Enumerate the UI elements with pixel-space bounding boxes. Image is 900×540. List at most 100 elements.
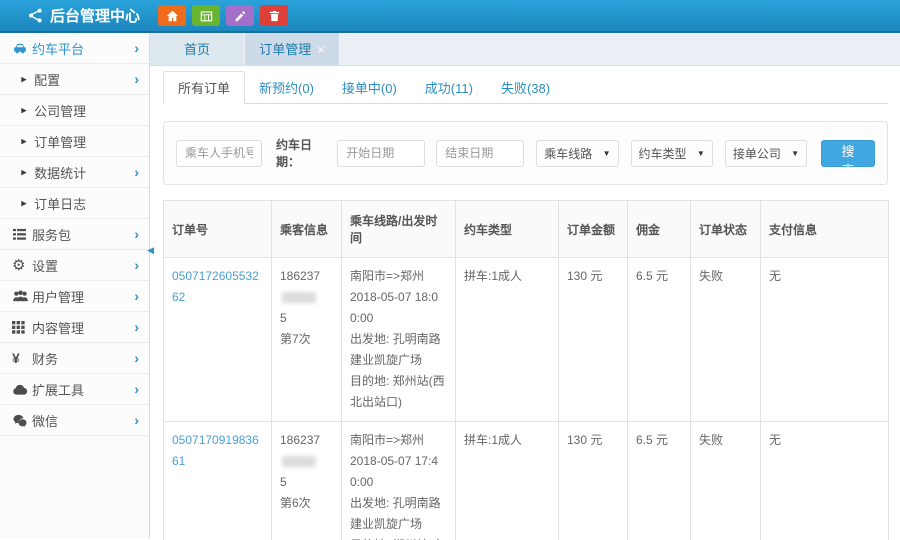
caret-right-icon: ▶ (21, 137, 27, 145)
sidebar: 约车平台 › ▶ 配置 › ▶ 公司管理 ▶ 订单管理 ▶ 数据统计 › ▶ 订… (0, 33, 150, 538)
sidebar-item-finance[interactable]: ¥ 财务 › (0, 343, 149, 374)
tab-home[interactable]: 首页 (150, 33, 245, 65)
table-row: 050717260553262 186237 5 第7次 南阳市=>郑州 201… (164, 258, 889, 422)
order-status-cell: 失败 (691, 422, 761, 540)
booking-date-label: 约车日期： (276, 136, 331, 170)
order-management-page: 所有订单 新预约(0) 接单中(0) 成功(11) 失败(38) 约车日期： 乘… (150, 66, 900, 540)
sidebar-item-label: 扩展工具 (32, 380, 134, 399)
col-header-payment-info: 支付信息 (761, 201, 889, 258)
sidebar-item-label: 服务包 (32, 225, 134, 244)
passenger-info-cell: 186237 5 第6次 (272, 422, 342, 540)
col-header-order-no: 订单号 (164, 201, 272, 258)
close-icon[interactable]: × (317, 43, 325, 56)
payment-info-cell: 无 (761, 258, 889, 422)
topbar-buttons (158, 5, 288, 26)
sidebar-item-service-package[interactable]: 服务包 › (0, 219, 149, 250)
order-amount-cell: 130 元 (559, 422, 628, 540)
tab-order-management[interactable]: 订单管理 × (245, 33, 340, 65)
sidebar-item-extension-tools[interactable]: 扩展工具 › (0, 374, 149, 405)
wechat-icon (12, 414, 32, 427)
car-icon (12, 42, 32, 55)
filter-tab-accepting[interactable]: 接单中(0) (328, 72, 411, 103)
app-title: 后台管理中心 (50, 5, 140, 26)
sidebar-item-label: 订单管理 (34, 132, 139, 151)
home-button[interactable] (158, 5, 186, 26)
search-button[interactable]: 搜索 (821, 140, 875, 167)
caret-down-icon: ▼ (603, 149, 611, 158)
sidebar-item-company-management[interactable]: ▶ 公司管理 (0, 95, 149, 126)
passenger-phone-input[interactable] (176, 140, 262, 167)
sidebar-collapse-toggle[interactable]: ◀ (147, 245, 154, 256)
chevron-right-icon: › (134, 351, 139, 365)
filter-tab-failed[interactable]: 失败(38) (487, 72, 564, 103)
commission-cell: 6.5 元 (628, 258, 691, 422)
col-header-route-time: 乘车线路/出发时间 (342, 201, 456, 258)
sidebar-item-settings[interactable]: ⚙ 设置 › (0, 250, 149, 281)
chevron-right-icon: › (134, 41, 139, 55)
booking-type-cell: 拼车:1成人 (456, 258, 559, 422)
orders-table: 订单号 乘客信息 乘车线路/出发时间 约车类型 订单金额 佣金 订单状态 支付信… (163, 200, 889, 540)
booking-type-select[interactable]: 约车类型 ▼ (631, 140, 713, 167)
route-select[interactable]: 乘车线路 ▼ (536, 140, 618, 167)
sidebar-item-order-management[interactable]: ▶ 订单管理 (0, 126, 149, 157)
search-panel: 约车日期： 乘车线路 ▼ 约车类型 ▼ 接单公司 ▼ 搜索 (163, 121, 888, 185)
tab-strip: 首页 订单管理 × (150, 33, 900, 66)
col-header-order-amount: 订单金额 (559, 201, 628, 258)
route-time-cell: 南阳市=>郑州 2018-05-07 17:40:00 出发地: 孔明南路建业凯… (342, 422, 456, 540)
tab-label: 首页 (184, 33, 210, 66)
chevron-right-icon: › (134, 289, 139, 303)
yen-icon: ¥ (12, 350, 32, 366)
filter-tab-success[interactable]: 成功(11) (411, 72, 487, 103)
caret-right-icon: ▶ (21, 106, 27, 114)
home-icon (166, 10, 179, 22)
col-header-booking-type: 约车类型 (456, 201, 559, 258)
chevron-right-icon: › (134, 413, 139, 427)
filter-tab-all-orders[interactable]: 所有订单 (163, 71, 245, 104)
chevron-right-icon: › (134, 72, 139, 86)
sidebar-item-booking-platform[interactable]: 约车平台 › (0, 33, 149, 64)
trash-icon (269, 10, 280, 22)
end-date-input[interactable] (436, 140, 524, 167)
main-content: 首页 订单管理 × 所有订单 新预约(0) 接单中(0) 成功(11) 失败(3… (150, 33, 900, 538)
start-date-input[interactable] (337, 140, 425, 167)
col-header-order-status: 订单状态 (691, 201, 761, 258)
sidebar-item-user-management[interactable]: 用户管理 › (0, 281, 149, 312)
share-nodes-icon (28, 8, 43, 23)
caret-right-icon: ▶ (21, 199, 27, 207)
sidebar-item-config[interactable]: ▶ 配置 › (0, 64, 149, 95)
accepting-company-select[interactable]: 接单公司 ▼ (725, 140, 807, 167)
sidebar-item-label: 数据统计 (34, 163, 134, 182)
commission-cell: 6.5 元 (628, 422, 691, 540)
sidebar-item-label: 配置 (34, 70, 134, 89)
chevron-right-icon: › (134, 227, 139, 241)
grid-icon (12, 321, 32, 334)
chevron-right-icon: › (134, 382, 139, 396)
app-logo: 后台管理中心 (10, 5, 140, 26)
chevron-right-icon: › (134, 258, 139, 272)
sidebar-item-label: 约车平台 (32, 39, 134, 58)
sidebar-item-order-log[interactable]: ▶ 订单日志 (0, 188, 149, 219)
pencil-icon (234, 10, 246, 22)
sidebar-item-content-management[interactable]: 内容管理 › (0, 312, 149, 343)
gear-icon: ⚙ (12, 258, 32, 273)
calendar-icon (200, 10, 213, 22)
filter-tab-new-reservations[interactable]: 新预约(0) (245, 72, 328, 103)
redacted-phone-digits (282, 456, 316, 467)
tab-label: 订单管理 (259, 33, 311, 66)
col-header-commission: 佣金 (628, 201, 691, 258)
sidebar-item-wechat[interactable]: 微信 › (0, 405, 149, 436)
order-number-link[interactable]: 050717260553262 (172, 269, 259, 304)
table-header-row: 订单号 乘客信息 乘车线路/出发时间 约车类型 订单金额 佣金 订单状态 支付信… (164, 201, 889, 258)
caret-right-icon: ▶ (21, 75, 27, 83)
delete-button[interactable] (260, 5, 288, 26)
sidebar-item-label: 财务 (32, 349, 134, 368)
order-filter-tabs: 所有订单 新预约(0) 接单中(0) 成功(11) 失败(38) (163, 74, 888, 104)
calendar-button[interactable] (192, 5, 220, 26)
redacted-phone-digits (282, 292, 316, 303)
order-number-link[interactable]: 050717091983661 (172, 433, 259, 468)
sidebar-item-data-statistics[interactable]: ▶ 数据统计 › (0, 157, 149, 188)
chevron-right-icon: › (134, 320, 139, 334)
sidebar-item-label: 设置 (32, 256, 134, 275)
edit-button[interactable] (226, 5, 254, 26)
users-icon (12, 290, 32, 302)
